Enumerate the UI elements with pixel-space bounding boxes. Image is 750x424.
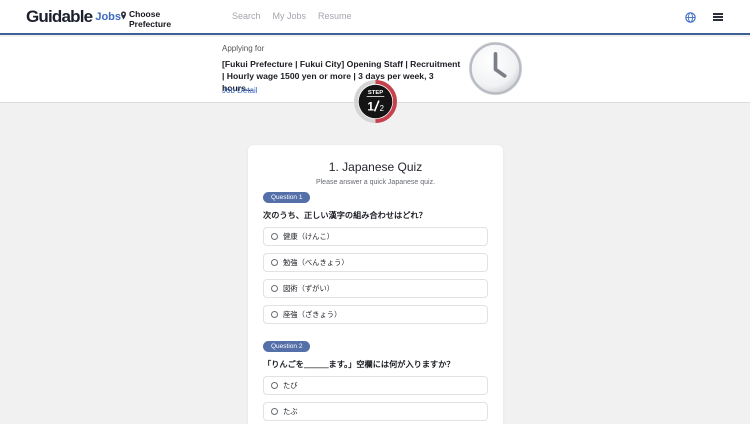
nav-resume-link[interactable]: Resume [318, 11, 352, 21]
top-navigation-bar: Guidable Jobs Choose Prefecture Search My… [0, 0, 750, 35]
hamburger-menu-icon[interactable] [713, 13, 723, 21]
question-1-badge: Question 1 [263, 192, 311, 203]
radio-icon [271, 233, 278, 240]
logo-text: Guidable [26, 7, 93, 26]
clock-icon [468, 41, 523, 96]
nav-my-jobs-link[interactable]: My Jobs [273, 11, 307, 21]
question-1-option-3[interactable]: 図術（ずがい） [263, 279, 488, 298]
job-detail-link[interactable]: Job Detail [222, 86, 258, 95]
site-logo[interactable]: Guidable Jobs [26, 7, 121, 27]
option-label: 健康（けんこ） [283, 231, 335, 241]
quiz-title: 1. Japanese Quiz [328, 160, 423, 174]
question-2-option-2[interactable]: たぶ [263, 402, 488, 421]
radio-icon [271, 382, 278, 389]
choose-prefecture-label: Choose Prefecture [129, 9, 172, 29]
question-2-badge: Question 2 [263, 341, 311, 352]
job-title: [Fukui Prefecture | Fukui City] Opening … [222, 59, 461, 93]
radio-icon [271, 259, 278, 266]
location-pin-icon [121, 11, 126, 20]
main-nav: Search My Jobs Resume [232, 11, 352, 21]
radio-icon [271, 285, 278, 292]
question-1-option-2[interactable]: 勉強（べんきょう） [263, 253, 488, 272]
step-total: 2 [380, 104, 384, 113]
question-2-text: 「りんごを＿＿＿ます。」空欄には何が入りますか？ [263, 359, 455, 369]
option-label: たび [283, 380, 298, 390]
question-1-text: 次のうち、正しい漢字の組み合わせはどれ？ [263, 210, 427, 220]
question-2-option-1[interactable]: たび [263, 376, 488, 395]
option-label: 勉強（べんきょう） [283, 257, 349, 267]
radio-icon [271, 408, 278, 415]
question-1-option-1[interactable]: 健康（けんこ） [263, 227, 488, 246]
choose-prefecture-button[interactable]: Choose Prefecture [121, 9, 177, 29]
option-label: 座強（ざきょう） [283, 309, 342, 319]
step-label: STEP [368, 90, 383, 96]
quiz-card: 1. Japanese Quiz Please answer a quick J… [248, 145, 503, 424]
step-progress-indicator: STEP 1 2 [354, 80, 397, 123]
logo-jobs-text: Jobs [95, 11, 122, 23]
option-label: 図術（ずがい） [283, 283, 335, 293]
step-current: 1 [367, 100, 374, 113]
globe-icon[interactable] [685, 12, 696, 23]
option-label: たぶ [283, 406, 298, 416]
question-1-option-4[interactable]: 座強（ざきょう） [263, 305, 488, 324]
nav-search-link[interactable]: Search [232, 11, 261, 21]
applying-for-label: Applying for [222, 44, 265, 53]
quiz-subtitle: Please answer a quick Japanese quiz. [315, 179, 436, 186]
radio-icon [271, 311, 278, 318]
